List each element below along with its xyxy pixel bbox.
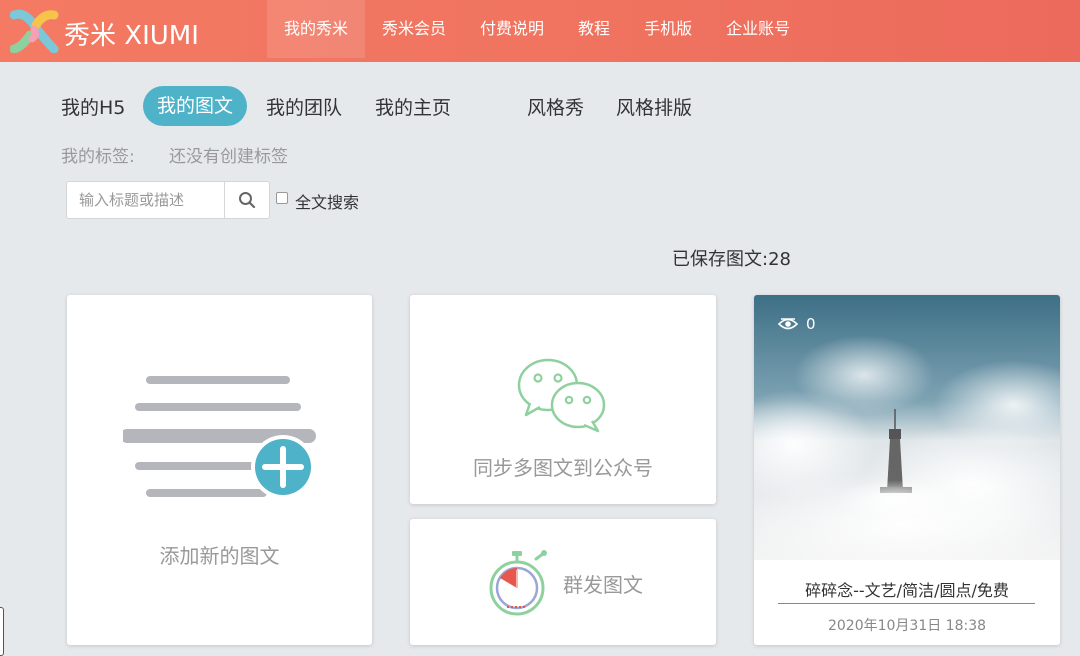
tags-label: 我的标签: xyxy=(61,147,135,167)
tags-empty-text: 还没有创建标签 xyxy=(169,147,288,167)
article-cover-image[interactable] xyxy=(754,295,1060,560)
article-card[interactable]: 0 碎碎念--文艺/简洁/圆点/免费 2020年10月31日 18:38 xyxy=(754,295,1060,645)
tab-my-homepage[interactable]: 我的主页 xyxy=(375,94,451,122)
article-views-count: 0 xyxy=(806,315,816,333)
article-divider xyxy=(778,603,1035,604)
sync-wechat-card[interactable]: 同步多图文到公众号 xyxy=(410,295,716,504)
search-input[interactable] xyxy=(67,182,224,218)
tab-style-show[interactable]: 风格秀 xyxy=(527,94,584,122)
nav-item-enterprise[interactable]: 企业账号 xyxy=(709,0,807,58)
add-article-card[interactable]: 添加新的图文 xyxy=(67,295,372,645)
timer-icon xyxy=(489,550,547,616)
nav-item-pricing[interactable]: 付费说明 xyxy=(463,0,561,58)
fulltext-label: 全文搜索 xyxy=(295,193,360,212)
article-title[interactable]: 碎碎念--文艺/简洁/圆点/免费 xyxy=(754,577,1060,601)
add-article-label: 添加新的图文 xyxy=(159,544,280,568)
tab-my-h5[interactable]: 我的H5 xyxy=(61,94,125,122)
nav-item-mobile[interactable]: 手机版 xyxy=(627,0,709,58)
search-icon xyxy=(239,192,256,209)
side-handle[interactable] xyxy=(0,607,4,656)
nav-item-tutorial[interactable]: 教程 xyxy=(561,0,627,58)
search-box xyxy=(66,181,270,219)
search-button[interactable] xyxy=(224,182,269,218)
sync-wechat-label: 同步多图文到公众号 xyxy=(473,456,653,480)
xiumi-logo-icon[interactable] xyxy=(10,9,60,53)
nav-item-my-xiumi[interactable]: 我的秀米 xyxy=(267,0,366,58)
main-nav: 我的秀米 秀米会员 付费说明 教程 手机版 企业账号 xyxy=(267,0,807,58)
brand-name[interactable]: 秀米 XIUMI xyxy=(64,15,199,52)
tab-my-articles[interactable]: 我的图文 xyxy=(143,86,248,126)
tab-my-team[interactable]: 我的团队 xyxy=(266,94,342,122)
nav-item-membership[interactable]: 秀米会员 xyxy=(365,0,463,58)
mass-send-card[interactable]: 群发图文 xyxy=(410,519,716,645)
article-views: 0 xyxy=(778,315,816,333)
wechat-icon xyxy=(517,358,606,433)
saved-count: 已保存图文:28 xyxy=(672,249,791,270)
add-document-icon xyxy=(123,376,316,499)
eye-icon xyxy=(778,318,798,330)
mass-send-label: 群发图文 xyxy=(563,573,643,597)
top-header: 秀米 XIUMI 我的秀米 秀米会员 付费说明 教程 手机版 企业账号 xyxy=(0,0,1080,62)
fulltext-checkbox[interactable] xyxy=(276,192,288,204)
fulltext-search-toggle[interactable]: 全文搜索 xyxy=(276,189,359,213)
article-date: 2020年10月31日 18:38 xyxy=(827,618,987,634)
tab-style-layout[interactable]: 风格排版 xyxy=(616,94,692,122)
